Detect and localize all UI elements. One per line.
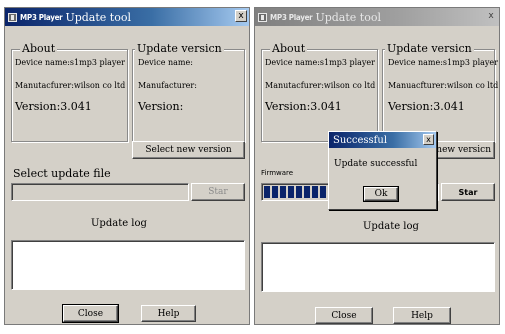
update-manufacturer: Manufacturer: — [138, 81, 197, 90]
help-button[interactable]: Help — [393, 307, 451, 324]
about-group: About Device name:s1mp3 player Manutacfu… — [11, 42, 128, 142]
select-update-file-label: Select update file — [13, 167, 111, 180]
update-log-area[interactable] — [261, 242, 495, 292]
right-update-tool-window: MP3 Player Update tool x About Device na… — [254, 7, 500, 325]
update-log-area[interactable] — [11, 240, 245, 290]
dialog-title: Successful — [333, 134, 388, 146]
about-device-name: Device name:s1mp3 player — [265, 58, 375, 67]
close-icon[interactable]: x — [235, 10, 247, 22]
close-button-label: Close — [331, 310, 357, 321]
app-icon — [258, 12, 267, 22]
help-button[interactable]: Help — [141, 305, 196, 322]
dialog-message: Update successful — [334, 159, 418, 169]
update-device-name: Device name:s1mp3 player — [388, 58, 498, 67]
ok-button[interactable]: Ok — [363, 186, 399, 202]
successful-dialog: Successful x Update successful Ok — [328, 131, 437, 210]
window-title: Update tool — [315, 10, 381, 24]
close-button[interactable]: Close — [315, 307, 373, 324]
update-log-label: Update log — [363, 221, 419, 232]
start-button[interactable]: Star — [191, 183, 245, 201]
about-group: About Device name:s1mp3 player Manutacfu… — [261, 42, 378, 142]
update-version: Version: — [138, 100, 184, 113]
about-manufacturer: Manutacfurer:wilson co ltd — [265, 81, 376, 90]
about-legend: About — [270, 42, 308, 55]
update-version-group: Update versicn Device name: Manufacturer… — [132, 42, 245, 142]
progress-label: Firmware — [261, 169, 294, 177]
close-icon[interactable]: x — [485, 10, 497, 22]
update-manufacturer: Manuacfturer:wilson co ltd — [388, 81, 499, 90]
window-title: Update tool — [65, 10, 131, 24]
update-device-name: Device name: — [138, 58, 193, 67]
update-log-label: Update log — [91, 218, 147, 229]
dialog-close-icon[interactable]: x — [423, 134, 434, 145]
app-icon — [8, 12, 17, 22]
left-title-bar[interactable]: MP3 Player Update tool x — [5, 8, 249, 26]
start-button[interactable]: Star — [441, 183, 495, 201]
about-version: Version:3.041 — [265, 100, 342, 113]
update-file-field[interactable] — [11, 183, 189, 201]
dialog-title-bar[interactable]: Successful x — [329, 132, 436, 148]
update-version-legend: Update versicn — [135, 42, 224, 55]
close-button[interactable]: Close — [62, 304, 119, 323]
close-button-label: Close — [77, 308, 104, 319]
about-version: Version:3.041 — [15, 100, 92, 113]
update-version-legend: Update versicn — [385, 42, 474, 55]
update-version-group: Update versicn Device name:s1mp3 player … — [382, 42, 499, 142]
title-brand: MP3 Player — [270, 12, 313, 22]
title-brand: MP3 Player — [20, 12, 63, 22]
about-manufacturer: Manutacfurer:wilson co ltd — [15, 81, 126, 90]
right-title-bar[interactable]: MP3 Player Update tool x — [255, 8, 499, 26]
select-new-version-button[interactable]: Select new version — [132, 141, 245, 159]
about-device-name: Device name:s1mp3 player — [15, 58, 125, 67]
left-update-tool-window: MP3 Player Update tool x About Device na… — [4, 7, 250, 325]
update-version: Version:3.041 — [388, 100, 465, 113]
about-legend: About — [20, 42, 58, 55]
